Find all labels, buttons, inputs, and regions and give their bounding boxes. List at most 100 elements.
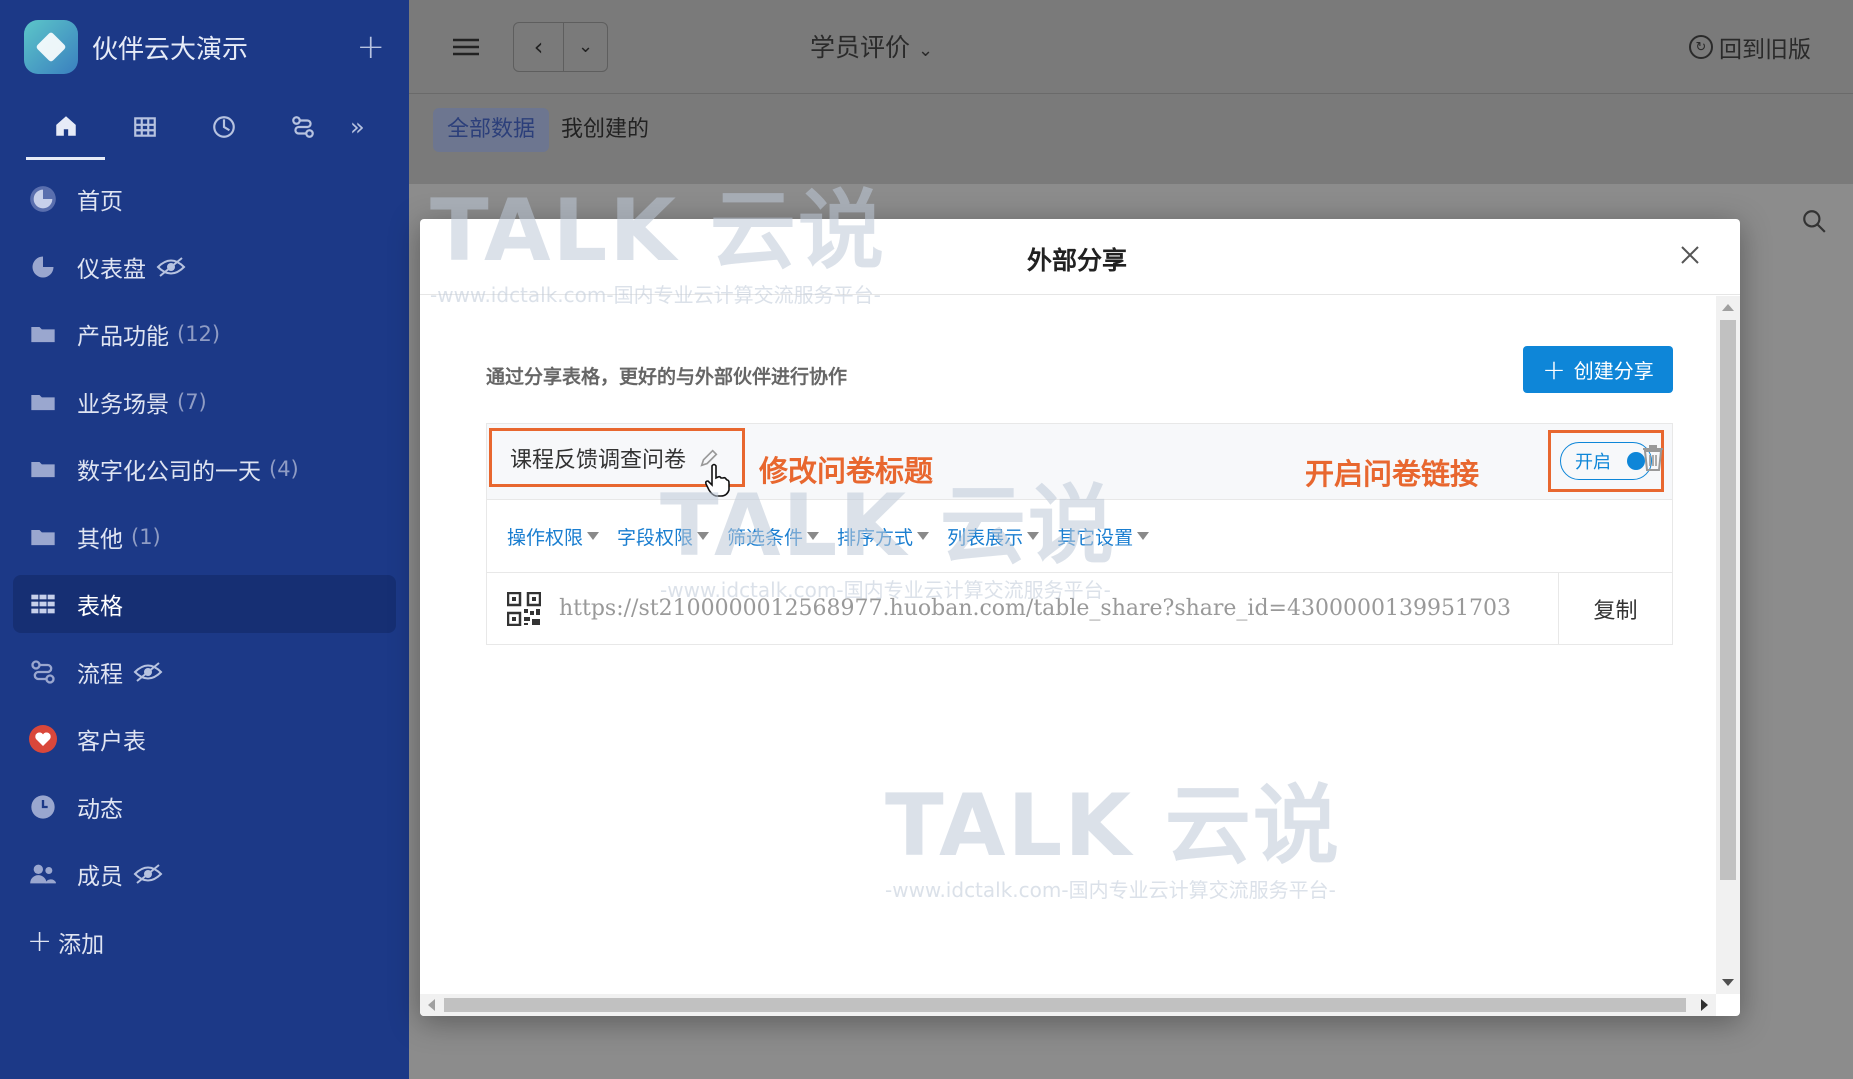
tab-dashboard[interactable]	[184, 94, 263, 160]
flow-icon	[27, 656, 59, 688]
sidebar-item-other[interactable]: 其他 (1)	[13, 508, 396, 566]
flow-icon	[291, 116, 314, 138]
caret-down-icon	[1027, 532, 1040, 540]
sidebar-item-label: 流程	[77, 661, 123, 688]
back-button[interactable]: ‹	[514, 23, 563, 71]
plus-icon: +	[27, 924, 53, 959]
close-icon[interactable]	[1678, 243, 1702, 267]
hidden-eye-icon	[133, 661, 163, 682]
sidebar-item-label: 动态	[77, 796, 123, 823]
sidebar-item-activity[interactable]: 动态	[13, 778, 396, 836]
annotation-enable-link: 开启问卷链接	[1305, 457, 1480, 491]
option-label: 字段权限	[617, 526, 694, 549]
option-label: 列表展示	[947, 526, 1024, 549]
sidebar-item-digital-company[interactable]: 数字化公司的一天 (4)	[13, 440, 396, 498]
sidebar-item-business-scenarios[interactable]: 业务场景 (7)	[13, 373, 396, 431]
dashboard-icon	[27, 251, 59, 283]
table-icon	[27, 588, 59, 620]
option-sort-order[interactable]: 排序方式	[837, 523, 930, 550]
option-operation-permissions[interactable]: 操作权限	[507, 523, 600, 550]
share-url[interactable]: https://st2100000012568977.huoban.com/ta…	[559, 596, 1539, 621]
qr-code-icon[interactable]	[507, 591, 541, 626]
page-title[interactable]: 学员评价 ⌄	[810, 28, 933, 64]
sidebar-item-flow[interactable]: 流程	[13, 643, 396, 701]
history-dropdown-button[interactable]: ⌄	[563, 22, 607, 71]
sidebar-item-label: 产品功能	[77, 324, 169, 350]
create-share-button[interactable]: + 创建分享	[1523, 346, 1673, 393]
topbar: ‹ ⌄	[409, 0, 1853, 94]
add-item-button[interactable]: + 添加	[13, 913, 396, 971]
folder-icon	[27, 386, 59, 418]
option-label: 其它设置	[1057, 526, 1134, 549]
add-app-icon[interactable]: +	[357, 27, 386, 67]
more-tabs-icon[interactable]: »	[350, 113, 365, 141]
plus-icon: +	[1542, 353, 1566, 386]
folder-icon	[27, 521, 59, 553]
sidebar-item-members[interactable]: 成员	[13, 845, 396, 903]
horizontal-scrollbar[interactable]	[420, 994, 1716, 1016]
sidebar-item-table[interactable]: 表格	[13, 575, 396, 633]
sidebar-item-label: 表格	[77, 594, 123, 620]
back-old-label: 回到旧版	[1719, 37, 1811, 63]
sidebar: 伙伴云大演示 + » 首页 仪表盘 产品功能 (12) 业务场景 (7) 数字化…	[0, 0, 409, 1079]
dialog-header: 外部分享	[420, 219, 1740, 295]
dashboard-icon	[212, 116, 235, 138]
share-intro-text: 通过分享表格，更好的与外部伙伴进行协作	[486, 366, 848, 388]
caret-down-icon	[697, 532, 710, 540]
view-tabs: 全部数据 我创建的	[409, 94, 1853, 184]
caret-down-icon	[1137, 532, 1150, 540]
dialog-title: 外部分享	[1027, 246, 1128, 275]
option-label: 筛选条件	[727, 526, 804, 549]
folder-icon	[27, 453, 59, 485]
tab-table[interactable]	[105, 94, 184, 160]
share-link-row: https://st2100000012568977.huoban.com/ta…	[487, 573, 1672, 644]
hidden-eye-icon	[133, 864, 163, 884]
sidebar-item-home[interactable]: 首页	[13, 170, 396, 228]
tab-flow[interactable]	[263, 94, 342, 160]
sidebar-item-label: 数字化公司的一天	[77, 459, 261, 485]
share-options-bar: 操作权限 字段权限 筛选条件 排序方式 列表展示 其它设置	[487, 500, 1672, 573]
option-label: 操作权限	[507, 526, 584, 549]
share-card-header: 课程反馈调查问卷 修改问卷标题 开启问卷链接 开启	[487, 424, 1672, 500]
caret-down-icon	[587, 532, 600, 540]
hidden-eye-icon	[156, 256, 186, 277]
copy-link-button[interactable]: 复制	[1558, 573, 1672, 644]
menu-icon[interactable]	[449, 35, 483, 59]
item-count: (1)	[131, 524, 161, 549]
home-icon	[55, 115, 76, 136]
app-logo[interactable]	[24, 20, 78, 74]
sidebar-item-product-features[interactable]: 产品功能 (12)	[13, 305, 396, 363]
sidebar-nav: 首页 仪表盘 产品功能 (12) 业务场景 (7) 数字化公司的一天 (4) 其…	[0, 170, 409, 903]
caret-down-icon	[917, 532, 930, 540]
chevron-down-icon: ⌄	[577, 36, 594, 57]
trash-icon[interactable]	[1640, 444, 1666, 472]
app-name: 伙伴云大演示	[92, 34, 249, 65]
tab-created-by-me[interactable]: 我创建的	[547, 108, 663, 152]
sidebar-item-dashboard[interactable]: 仪表盘	[13, 238, 396, 296]
option-list-display[interactable]: 列表展示	[947, 523, 1040, 550]
sidebar-item-label: 成员	[77, 864, 123, 890]
chevron-left-icon: ‹	[533, 32, 544, 61]
hand-cursor-icon	[704, 463, 730, 497]
sidebar-item-label: 客户表	[77, 729, 146, 755]
option-filter-conditions[interactable]: 筛选条件	[727, 523, 820, 550]
create-share-label: 创建分享	[1573, 359, 1654, 383]
history-nav: ‹ ⌄	[513, 21, 608, 72]
share-card: 课程反馈调查问卷 修改问卷标题 开启问卷链接 开启 操作权限 字段权限 筛选条件	[486, 423, 1673, 645]
share-enable-toggle[interactable]: 开启	[1560, 442, 1652, 480]
page-title-text: 学员评价	[810, 33, 911, 62]
table-icon	[133, 117, 156, 137]
heart-icon	[27, 723, 59, 755]
sidebar-item-customers[interactable]: 客户表	[13, 710, 396, 768]
members-icon	[27, 858, 59, 890]
vertical-scrollbar[interactable]	[1716, 296, 1740, 994]
option-other-settings[interactable]: 其它设置	[1057, 523, 1150, 550]
switch-icon: ↻	[1689, 35, 1713, 59]
folder-icon	[27, 318, 59, 350]
back-to-old-version-button[interactable]: ↻ 回到旧版	[1689, 30, 1811, 64]
tab-home[interactable]	[26, 94, 105, 160]
tab-all-data[interactable]: 全部数据	[433, 108, 550, 152]
option-field-permissions[interactable]: 字段权限	[617, 523, 710, 550]
search-icon[interactable]	[1801, 208, 1827, 234]
dialog-body: 通过分享表格，更好的与外部伙伴进行协作 + 创建分享 课程反馈调查问卷 修改问卷标…	[420, 296, 1716, 994]
